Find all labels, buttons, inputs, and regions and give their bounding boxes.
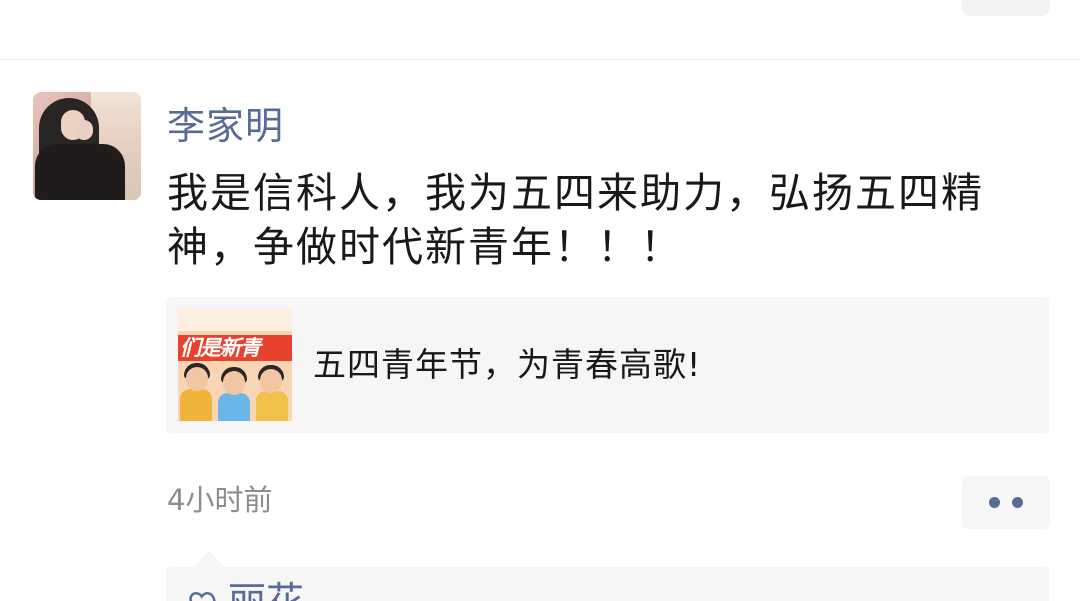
author-name[interactable]: 李家明 (167, 102, 284, 150)
avatar[interactable] (33, 92, 141, 200)
likes-pointer (193, 551, 225, 568)
heart-icon (189, 591, 216, 601)
thumbnail-person-3 (256, 391, 288, 421)
two-dot-icon (989, 497, 1000, 508)
previous-post-more-button[interactable] (962, 0, 1050, 16)
thumbnail-person-2-head (223, 371, 245, 395)
link-thumbnail: 们是新青 (178, 309, 292, 421)
thumbnail-top-band (178, 309, 292, 331)
avatar-body (35, 144, 125, 200)
thumbnail-banner-text: 们是新青 (180, 336, 261, 360)
post-text: 我是信科人，我为五四来助力，弘扬五四精神，争做时代新青年！！！ (167, 169, 984, 271)
thumbnail-person-3-head (260, 369, 282, 393)
avatar-hand (75, 120, 93, 140)
liker-name[interactable]: 丽花 (228, 577, 304, 601)
thumbnail-person-1-head (186, 367, 208, 391)
post-time: 4小时前 (167, 483, 273, 517)
moments-feed: 李家明 我是信科人，我为五四来助力，弘扬五四精神，争做时代新青年！！！ 们是新青… (0, 0, 1080, 601)
shared-link-card[interactable]: 们是新青 五四青年节，为青春高歌! (166, 297, 1049, 433)
more-options-button[interactable] (962, 476, 1050, 529)
link-title: 五四青年节，为青春高歌! (313, 345, 702, 384)
thumbnail-person-2 (218, 393, 250, 421)
likes-section: 丽花 (166, 567, 1049, 601)
thumbnail-person-1 (180, 389, 212, 421)
post-divider (0, 59, 1080, 60)
two-dot-icon-dot-2 (1012, 497, 1023, 508)
thumbnail-banner: 们是新青 (178, 335, 292, 361)
